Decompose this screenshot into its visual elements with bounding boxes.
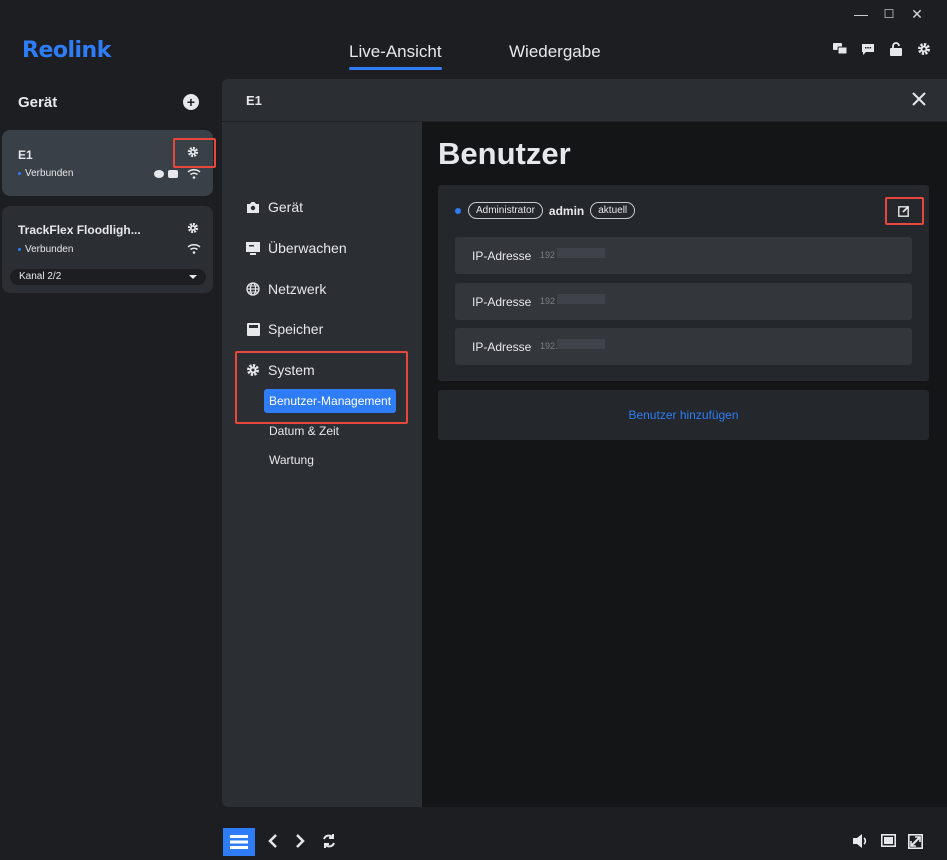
modal-header: E1 xyxy=(222,79,947,122)
lock-icon[interactable] xyxy=(889,42,903,56)
settings-modal: E1 Gerät Überwachen Netzwerk Speicher Sy… xyxy=(222,79,947,807)
nav-item-label: Speicher xyxy=(268,321,324,337)
ip-redaction xyxy=(557,294,605,304)
minimize-button[interactable]: — xyxy=(847,0,875,28)
tab-playback[interactable]: Wiedergabe xyxy=(509,42,601,62)
device-settings-icon[interactable] xyxy=(187,222,199,237)
nav-sub-maintenance[interactable]: Wartung xyxy=(269,453,314,467)
role-badge: Administrator xyxy=(468,202,543,219)
modal-title: E1 xyxy=(246,93,262,108)
online-dot xyxy=(455,207,461,214)
fullscreen-icon[interactable] xyxy=(908,834,923,852)
nav-item-label: Überwachen xyxy=(268,240,347,256)
device-card-e1[interactable]: E1 Verbunden xyxy=(2,130,213,196)
ip-label: IP-Adresse xyxy=(472,295,532,309)
nav-item-label: System xyxy=(268,362,315,378)
page-title: Benutzer xyxy=(438,136,571,171)
nav-item-system[interactable]: System xyxy=(246,362,315,378)
ip-redaction xyxy=(557,248,605,258)
refresh-icon[interactable] xyxy=(322,834,336,851)
bottom-toolbar xyxy=(222,824,947,860)
volume-icon[interactable] xyxy=(853,834,869,851)
wifi-icon xyxy=(187,244,201,254)
monitor-icon xyxy=(246,241,260,255)
settings-nav: Gerät Überwachen Netzwerk Speicher Syste… xyxy=(222,122,422,807)
nav-item-label: Gerät xyxy=(268,199,304,215)
globe-icon xyxy=(246,282,260,296)
ip-row: IP-Adresse 192 xyxy=(455,237,912,274)
device-name: TrackFlex Floodligh... xyxy=(18,223,141,237)
top-icon-group xyxy=(833,42,931,56)
gear-icon[interactable] xyxy=(917,42,931,56)
channel-select[interactable]: Kanal 2/2 xyxy=(10,269,206,285)
device-tools-icon xyxy=(154,170,178,178)
channel-select-value: Kanal 2/2 xyxy=(19,271,62,282)
maximize-button[interactable]: ☐ xyxy=(875,0,903,28)
camera-icon xyxy=(246,200,260,214)
user-header: Administrator admin aktuell xyxy=(455,202,636,219)
current-badge: aktuell xyxy=(590,202,636,219)
add-user-button[interactable]: Benutzer hinzufügen xyxy=(438,390,929,440)
nav-item-device[interactable]: Gerät xyxy=(246,199,303,215)
layout-list-button[interactable] xyxy=(223,828,255,856)
storage-icon xyxy=(246,322,260,336)
chevron-down-icon xyxy=(189,275,197,279)
window-controls: — ☐ ✕ xyxy=(847,0,947,28)
ip-row: IP-Adresse 192. xyxy=(455,328,912,365)
app-logo: Reolink xyxy=(22,38,111,63)
sidebar-title: Gerät xyxy=(18,94,58,111)
content-panel: Benutzer Administrator admin aktuell IP-… xyxy=(422,122,947,807)
device-status-text: Verbunden xyxy=(25,244,74,255)
ip-label: IP-Adresse xyxy=(472,249,532,263)
add-device-icon[interactable]: + xyxy=(183,94,199,110)
device-status: Verbunden xyxy=(18,168,73,179)
ip-value: 192 xyxy=(540,296,556,306)
wifi-icon xyxy=(187,169,201,179)
ip-redaction xyxy=(557,339,605,349)
close-window-button[interactable]: ✕ xyxy=(903,0,931,28)
nav-sub-date-time[interactable]: Datum & Zeit xyxy=(269,424,339,438)
nav-item-monitor[interactable]: Überwachen xyxy=(246,240,347,256)
ip-row: IP-Adresse 192 xyxy=(455,283,912,320)
ip-value: 192. xyxy=(540,341,558,351)
device-status: Verbunden xyxy=(18,244,73,255)
chevron-left-icon[interactable] xyxy=(268,834,278,851)
device-card-trackflex[interactable]: TrackFlex Floodligh... Verbunden Kanal 2… xyxy=(2,206,213,293)
tab-live-view[interactable]: Live-Ansicht xyxy=(349,42,442,70)
chevron-right-icon[interactable] xyxy=(295,834,305,851)
edit-icon[interactable] xyxy=(898,204,910,217)
user-card: Administrator admin aktuell IP-Adresse 1… xyxy=(438,185,929,381)
ip-label: IP-Adresse xyxy=(472,340,532,354)
nav-item-label: Netzwerk xyxy=(268,281,327,297)
device-status-text: Verbunden xyxy=(25,168,74,179)
device-settings-icon[interactable] xyxy=(187,146,199,161)
top-bar: Reolink Live-Ansicht Wiedergabe xyxy=(0,28,947,74)
username: admin xyxy=(548,203,585,218)
device-name: E1 xyxy=(18,148,33,162)
screen-icon[interactable] xyxy=(881,834,896,850)
chat-translate-icon[interactable] xyxy=(833,42,847,56)
gear-icon xyxy=(246,363,260,377)
nav-item-storage[interactable]: Speicher xyxy=(246,321,323,337)
message-icon[interactable] xyxy=(861,42,875,56)
close-icon[interactable] xyxy=(911,91,927,112)
ip-value: 192 xyxy=(540,250,556,260)
nav-sub-user-management[interactable]: Benutzer-Management xyxy=(264,389,397,413)
device-sidebar: Gerät + E1 Verbunden TrackFlex Floodligh… xyxy=(0,76,222,860)
nav-item-network[interactable]: Netzwerk xyxy=(246,281,326,297)
